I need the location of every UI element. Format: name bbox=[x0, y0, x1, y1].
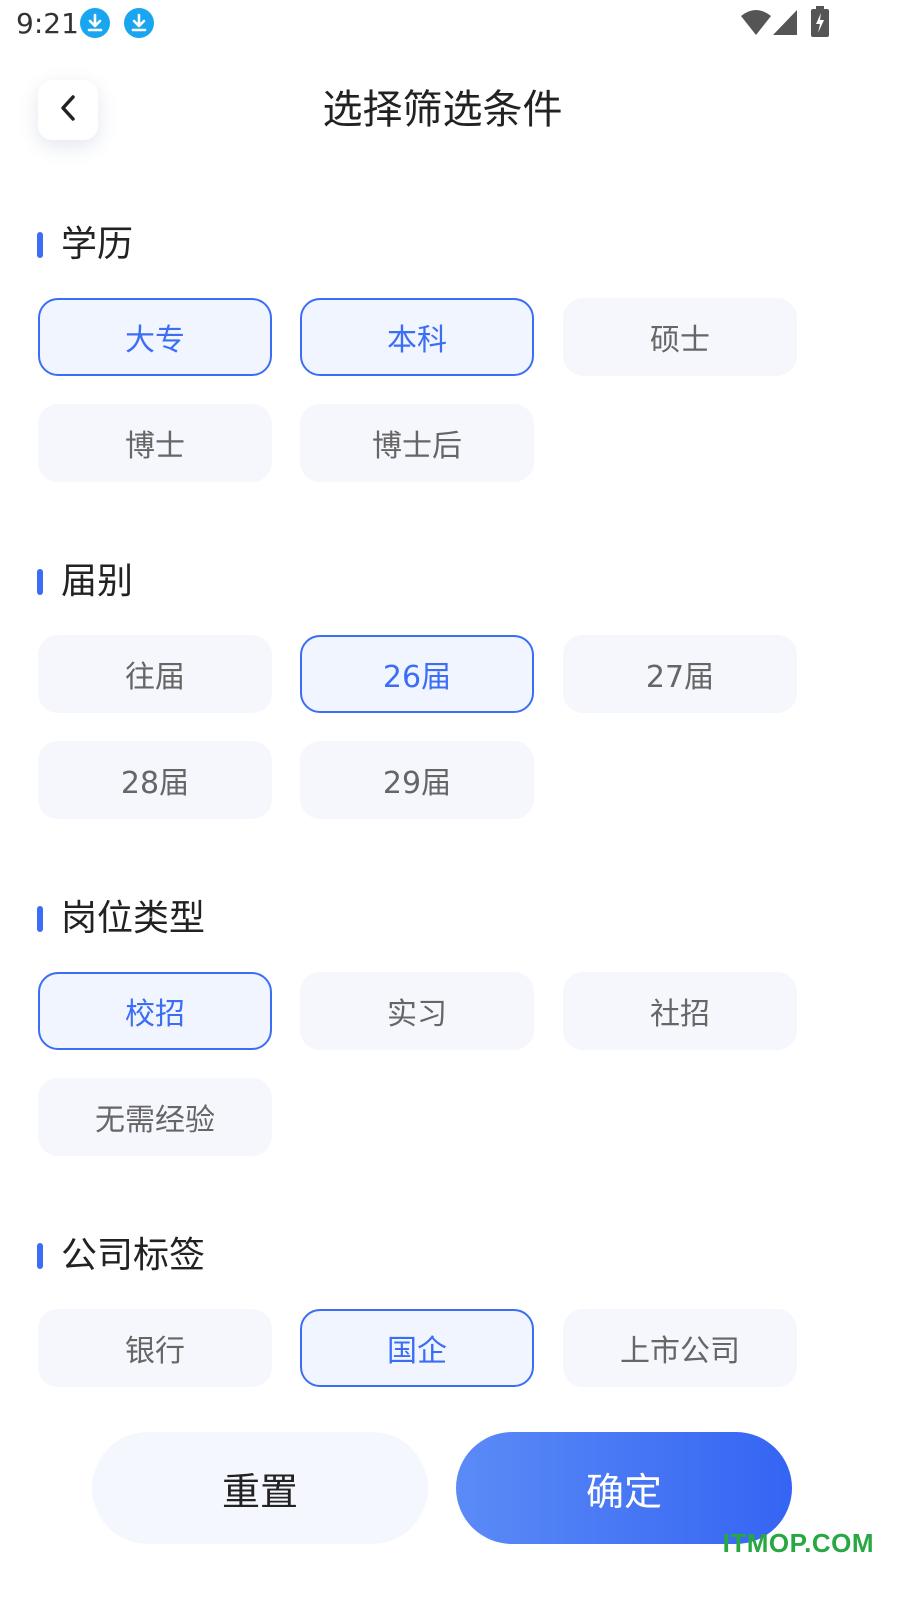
chip-option[interactable]: 实习 bbox=[300, 972, 534, 1050]
download-icon bbox=[80, 8, 110, 38]
chip-option[interactable]: 往届 bbox=[38, 635, 272, 713]
section-label: 届别 bbox=[61, 561, 134, 602]
reset-button[interactable]: 重置 bbox=[92, 1432, 428, 1544]
chip-option[interactable]: 博士 bbox=[38, 404, 272, 482]
section-title-education: 学历 bbox=[37, 220, 133, 270]
chip-option[interactable]: 29届 bbox=[300, 741, 534, 819]
download-icon bbox=[124, 8, 154, 38]
section-accent-bar bbox=[37, 232, 43, 258]
chip-option[interactable]: 26届 bbox=[300, 635, 534, 713]
chip-option[interactable]: 本科 bbox=[300, 298, 534, 376]
battery-charging-icon bbox=[810, 6, 830, 42]
chip-option[interactable]: 无需经验 bbox=[38, 1078, 272, 1156]
chip-option[interactable]: 大专 bbox=[38, 298, 272, 376]
chip-option[interactable]: 上市公司 bbox=[563, 1309, 797, 1387]
chip-option[interactable]: 校招 bbox=[38, 972, 272, 1050]
chip-option[interactable]: 28届 bbox=[38, 741, 272, 819]
status-bar: 9:21 bbox=[0, 0, 900, 50]
watermark: ITMOP.COM bbox=[722, 1528, 874, 1558]
chip-option[interactable]: 27届 bbox=[563, 635, 797, 713]
section-label: 公司标签 bbox=[61, 1235, 206, 1276]
section-accent-bar bbox=[37, 569, 43, 595]
section-title-graduation-year: 届别 bbox=[37, 557, 133, 607]
page-title: 选择筛选条件 bbox=[322, 87, 563, 133]
section-label: 学历 bbox=[61, 224, 134, 265]
chip-option[interactable]: 银行 bbox=[38, 1309, 272, 1387]
signal-icon bbox=[772, 8, 798, 40]
section-label: 岗位类型 bbox=[61, 898, 206, 939]
wifi-icon bbox=[740, 8, 772, 40]
section-title-company-tags: 公司标签 bbox=[37, 1231, 205, 1281]
section-accent-bar bbox=[37, 1243, 43, 1269]
status-time: 9:21 bbox=[16, 7, 79, 40]
chip-option[interactable]: 国企 bbox=[300, 1309, 534, 1387]
chip-option[interactable]: 博士后 bbox=[300, 404, 534, 482]
section-title-job-type: 岗位类型 bbox=[37, 894, 205, 944]
chip-option[interactable]: 社招 bbox=[563, 972, 797, 1050]
section-accent-bar bbox=[37, 906, 43, 932]
chip-option[interactable]: 硕士 bbox=[563, 298, 797, 376]
